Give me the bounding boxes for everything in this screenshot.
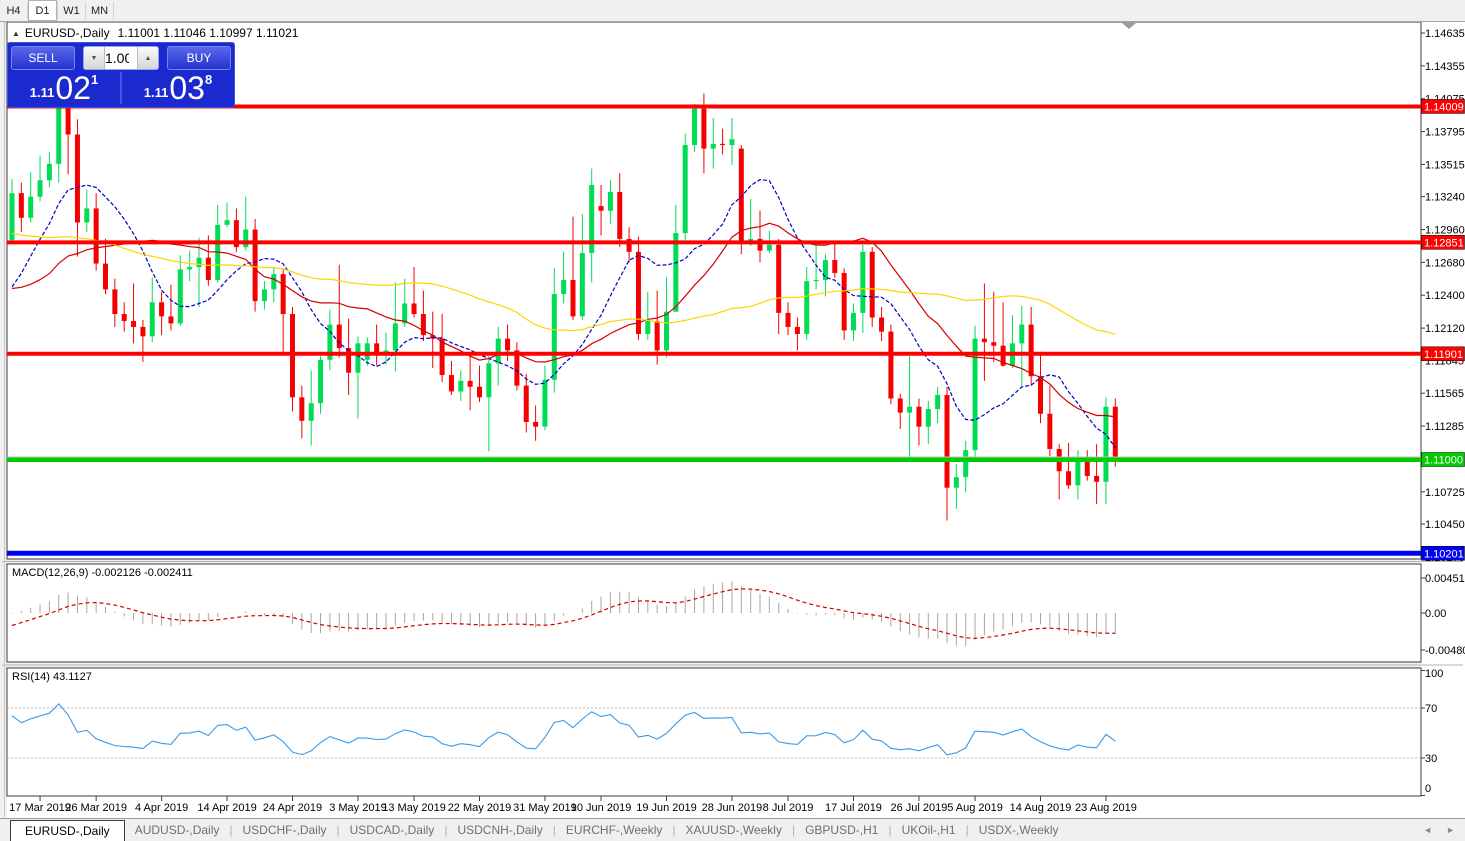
collapse-chart-icon[interactable]: ▲ [12, 29, 20, 38]
chart-tab-ukoil-h1[interactable]: UKOil-,H1 [892, 823, 966, 837]
timeframe-button-MN[interactable]: MN [86, 0, 113, 21]
date-tick-label: 24 Apr 2019 [263, 802, 322, 814]
tab-scroll-nav: ◄ ► [1423, 819, 1455, 841]
one-click-trading-panel: SELL ▼ ▲ BUY 1.11 02 1 1.11 03 8 [7, 42, 235, 108]
date-tick-label: 3 May 2019 [329, 802, 386, 814]
price-tick-label: 1.13795 [1425, 127, 1465, 139]
timeframe-button-H4[interactable]: H4 [0, 0, 27, 21]
volume-decrease-button[interactable]: ▼ [84, 47, 105, 69]
date-tick-label: 14 Aug 2019 [1010, 802, 1072, 814]
svg-text:1.12851: 1.12851 [1424, 237, 1464, 249]
date-tick-label: 10 Jun 2019 [571, 802, 632, 814]
date-tick-label: 26 Mar 2019 [65, 802, 127, 814]
date-tick-label: 26 Jul 2019 [891, 802, 948, 814]
svg-text:1.14009: 1.14009 [1424, 101, 1464, 113]
svg-text:1.11000: 1.11000 [1424, 455, 1463, 467]
price-tick-label: 1.13240 [1425, 192, 1465, 204]
timeframe-button-D1[interactable]: D1 [28, 0, 57, 21]
date-tick-label: 28 Jun 2019 [702, 802, 763, 814]
date-tick-label: 23 Aug 2019 [1075, 802, 1137, 814]
price-badge-1.12851: 1.12851 [1421, 235, 1465, 250]
date-tick-label: 31 May 2019 [513, 802, 577, 814]
rsi-tick-label: 100 [1425, 668, 1443, 680]
date-tick-label: 8 Jul 2019 [763, 802, 814, 814]
chart-tab-usdx-weekly[interactable]: USDX-,Weekly [969, 823, 1069, 837]
date-tick-label: 19 Jun 2019 [636, 802, 697, 814]
date-tick-label: 4 Apr 2019 [135, 802, 188, 814]
date-tick-label: 13 May 2019 [382, 802, 446, 814]
buy-button[interactable]: BUY [167, 46, 231, 70]
price-badge-1.14009: 1.14009 [1421, 99, 1465, 114]
price-tick-label: 1.11565 [1425, 388, 1464, 400]
ohlc-values: 1.11001 1.11046 1.10997 1.11021 [117, 26, 299, 40]
macd-label: MACD(12,26,9) -0.002126 -0.002411 [12, 567, 193, 579]
price-tick-label: 1.13515 [1425, 159, 1465, 171]
price-tick-label: 1.14355 [1425, 61, 1465, 73]
macd-tick-label: -0.004806 [1425, 645, 1465, 657]
price-tick-label: 1.12680 [1425, 257, 1465, 269]
timeframe-button-W1[interactable]: W1 [58, 0, 85, 21]
rsi-tick-label: 30 [1425, 753, 1437, 765]
volume-increase-button[interactable]: ▲ [137, 47, 158, 69]
price-tick-label: 1.12960 [1425, 225, 1465, 237]
price-tick-label: 1.11285 [1425, 421, 1464, 433]
chart-tab-eurchf-weekly[interactable]: EURCHF-,Weekly [556, 823, 672, 837]
date-tick-label: 14 Apr 2019 [197, 802, 256, 814]
price-tick-label: 1.14635 [1425, 28, 1465, 40]
price-tick-label: 1.10450 [1425, 519, 1465, 531]
chart-tab-gbpusd-h1[interactable]: GBPUSD-,H1 [795, 823, 888, 837]
rsi-tick-label: 70 [1425, 703, 1437, 715]
tabs-scroll-left-icon[interactable]: ◄ [1423, 825, 1432, 835]
price-axis-strip [1421, 21, 1465, 818]
date-tick-label: 17 Mar 2019 [9, 802, 71, 814]
timeframe-toolbar: H4 D1 W1 MN [0, 0, 1465, 22]
volume-input[interactable] [105, 47, 137, 69]
buy-price-sup: 8 [204, 72, 213, 87]
price-tick-label: 1.10725 [1425, 487, 1465, 499]
tabs-scroll-right-icon[interactable]: ► [1446, 825, 1455, 835]
rsi-panel [6, 667, 1422, 797]
chart-tab-usdcad-daily[interactable]: USDCAD-,Daily [340, 823, 445, 837]
price-badge-1.11901: 1.11901 [1421, 346, 1465, 362]
sell-price-sup: 1 [90, 72, 99, 87]
macd-panel [6, 563, 1422, 663]
buy-price-big: 03 [169, 70, 205, 106]
sell-price-display: 1.11 02 1 [8, 70, 120, 106]
macd-tick-label: 0.004517 [1425, 573, 1465, 585]
buy-price-display: 1.11 03 8 [122, 70, 234, 106]
svg-text:1.11901: 1.11901 [1424, 349, 1463, 361]
mt4-terminal: { "toolbar": { "timeframes": [ {"label":… [0, 0, 1465, 841]
date-tick-label: 17 Jul 2019 [825, 802, 882, 814]
price-tick-label: 1.12120 [1425, 323, 1465, 335]
svg-text:1.10201: 1.10201 [1424, 548, 1464, 560]
chart-tab-usdchf-daily[interactable]: USDCHF-,Daily [233, 823, 337, 837]
buy-price-prefix: 1.11 [143, 85, 169, 100]
chart-tab-bar: ◄ ► EURUSD-,Daily AUDUSD-,Daily | USDCHF-,D… [0, 818, 1465, 841]
volume-stepper: ▼ ▲ [83, 46, 159, 70]
date-tick-label: 22 May 2019 [448, 802, 512, 814]
chart-tab-usdcnh-daily[interactable]: USDCNH-,Daily [447, 823, 552, 837]
date-tick-label: 5 Aug 2019 [947, 802, 1003, 814]
chart-canvas[interactable]: 1.146351.143551.140751.137951.135151.132… [0, 0, 1465, 840]
toolbar-separator [113, 2, 114, 19]
price-tick-label: 1.12400 [1425, 290, 1465, 302]
chart-tab-audusd-daily[interactable]: AUDUSD-,Daily [125, 823, 230, 837]
chart-title: ▲ EURUSD-,Daily 1.11001 1.11046 1.10997 1.… [12, 26, 298, 40]
chart-tab-eurusd-daily[interactable]: EURUSD-,Daily [10, 819, 125, 841]
sell-button[interactable]: SELL [11, 46, 75, 70]
chart-tab-xauusd-weekly[interactable]: XAUUSD-,Weekly [675, 823, 791, 837]
rsi-label: RSI(14) 43.1127 [12, 671, 92, 683]
rsi-tick-label: 0 [1425, 783, 1431, 795]
sell-price-prefix: 1.11 [29, 85, 55, 100]
symbol-period-label: EURUSD-,Daily [24, 26, 110, 40]
macd-tick-label: 0.00 [1425, 608, 1446, 620]
price-badge-1.11000: 1.11000 [1421, 452, 1465, 467]
price-badge-1.10201: 1.10201 [1421, 546, 1465, 561]
sell-price-big: 02 [55, 70, 91, 106]
